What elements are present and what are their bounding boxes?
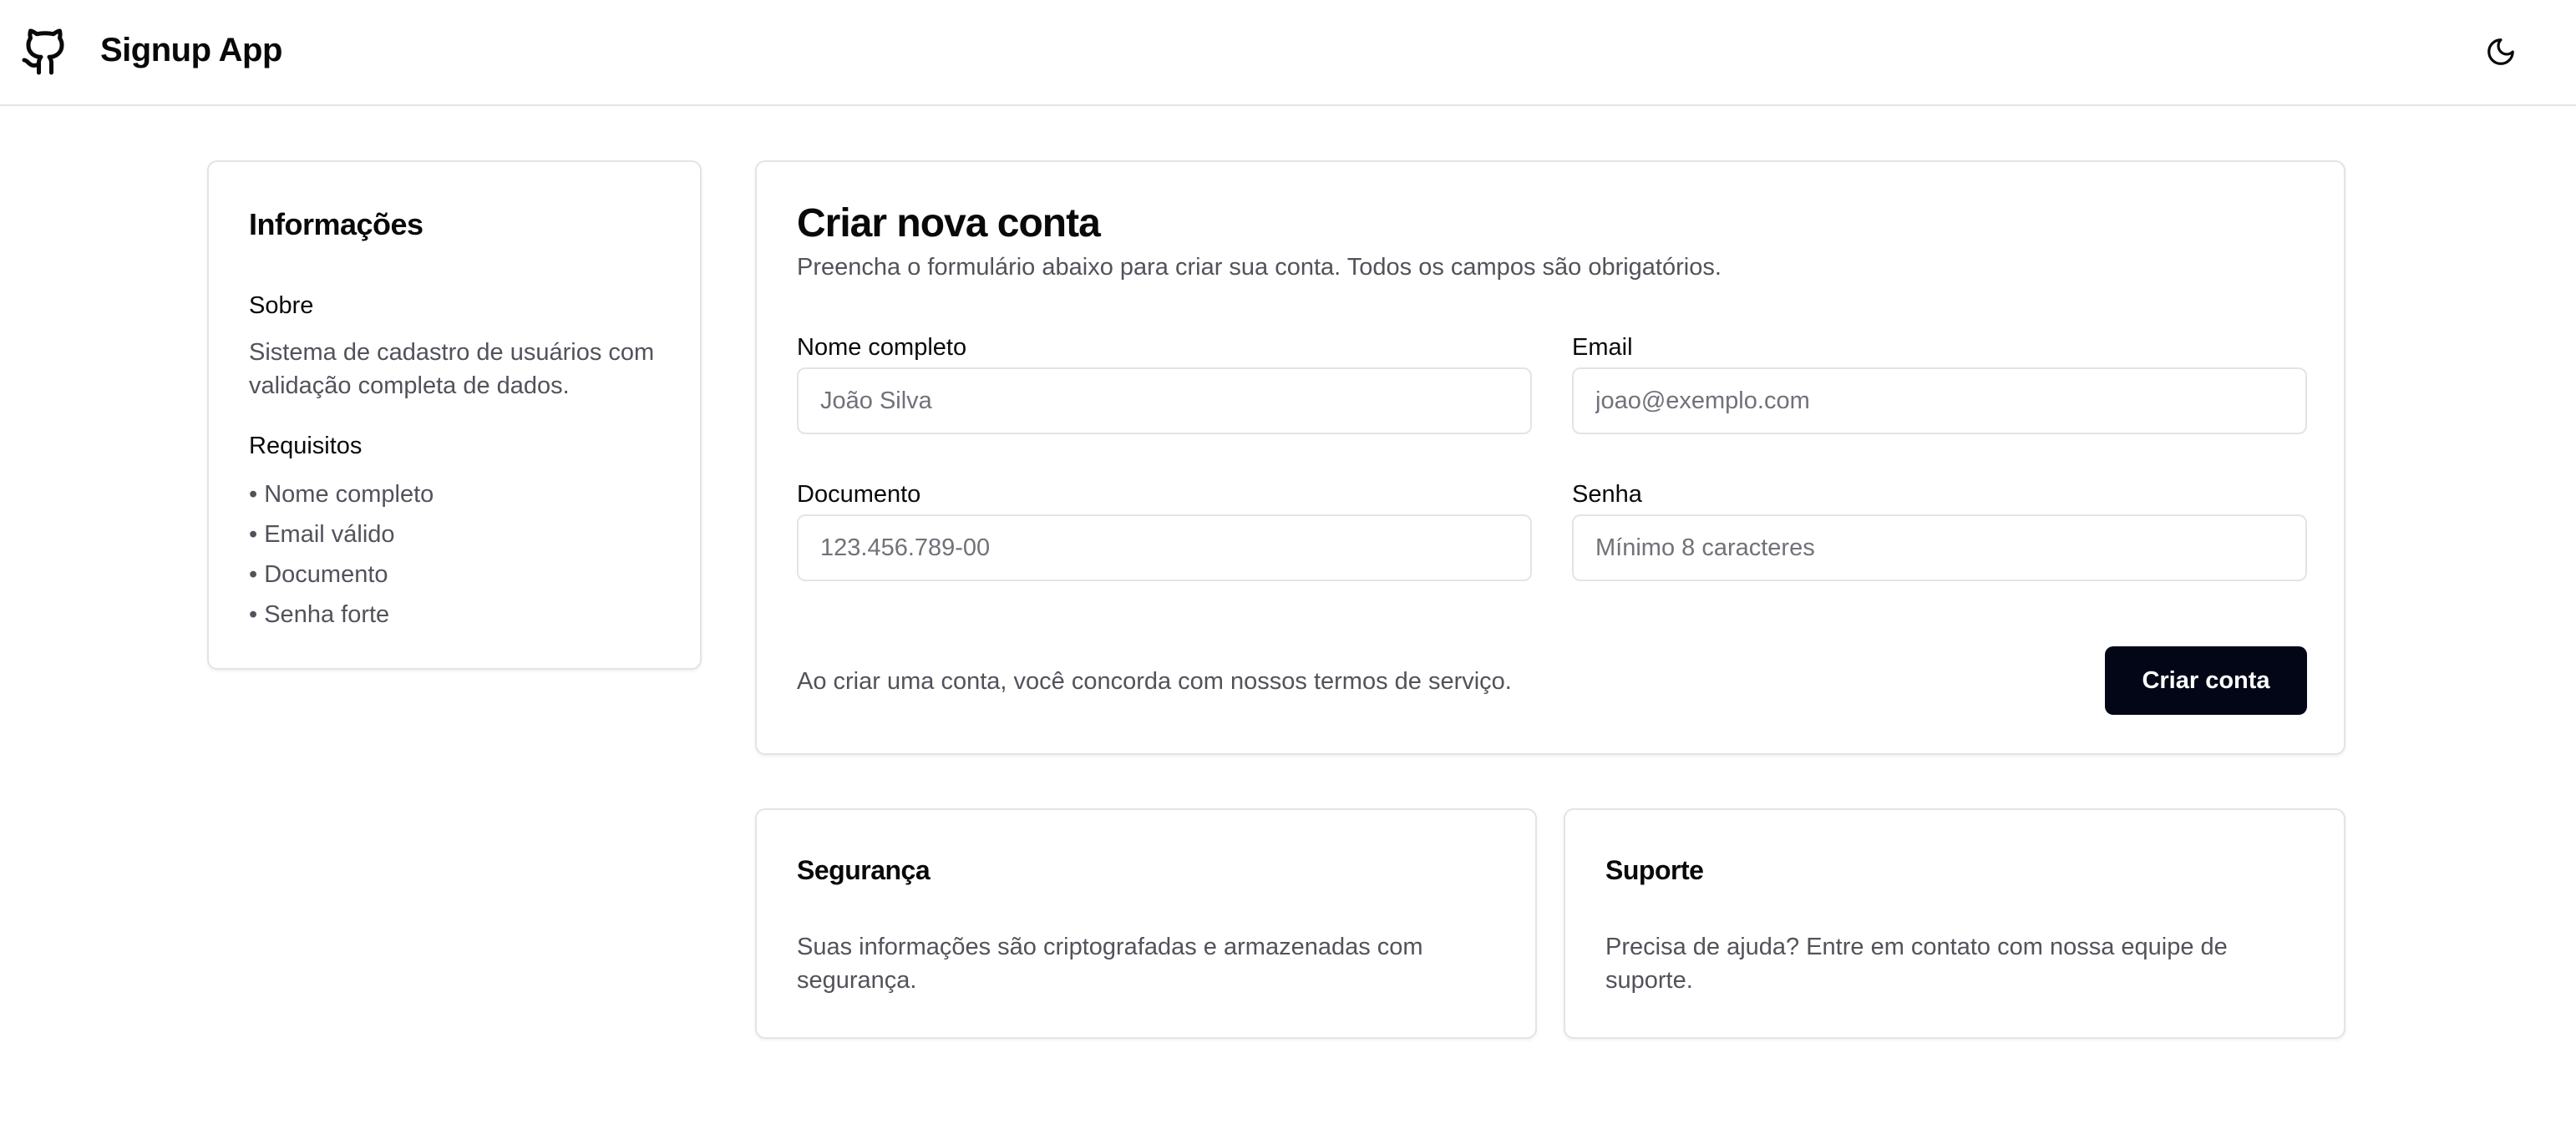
about-text: Sistema de cadastro de usuários com vali… <box>249 339 655 399</box>
security-title: Segurança <box>797 855 931 885</box>
about-label: Sobre <box>249 292 314 319</box>
support-text: Precisa de ajuda? Entre em contato com n… <box>1605 934 2228 994</box>
top-bar: Signup App <box>0 0 2576 106</box>
app-title: Signup App <box>100 32 282 68</box>
security-text: Suas informações são criptografadas e ar… <box>797 934 1423 994</box>
info-title: Informações <box>249 207 423 241</box>
form-title: Criar nova conta <box>797 201 1101 246</box>
requirements-label: Requisitos <box>249 433 363 459</box>
list-item: Email válido <box>249 514 434 554</box>
form-subtitle: Preencha o formulário abaixo para criar … <box>797 254 1722 281</box>
support-card: Suporte Precisa de ajuda? Entre em conta… <box>1564 808 2345 1039</box>
info-card: Informações Sobre Sistema de cadastro de… <box>207 160 702 670</box>
list-item: Documento <box>249 554 434 595</box>
password-field[interactable] <box>1572 514 2307 581</box>
moon-icon <box>2487 38 2514 65</box>
list-item: Senha forte <box>249 595 434 635</box>
requirements-list: Nome completo Email válido Documento Sen… <box>249 474 434 635</box>
document-label: Documento <box>797 481 921 508</box>
github-icon[interactable] <box>20 25 70 78</box>
theme-toggle-button[interactable] <box>2481 32 2521 72</box>
terms-text: Ao criar uma conta, você concorda com no… <box>797 668 1512 695</box>
security-card: Segurança Suas informações são criptogra… <box>755 808 1537 1039</box>
list-item: Nome completo <box>249 474 434 514</box>
name-label: Nome completo <box>797 334 967 361</box>
password-label: Senha <box>1572 481 1642 508</box>
email-label: Email <box>1572 334 1633 361</box>
support-title: Suporte <box>1605 855 1704 885</box>
name-field[interactable] <box>797 367 1532 434</box>
create-account-button[interactable]: Criar conta <box>2105 646 2307 715</box>
email-field[interactable] <box>1572 367 2307 434</box>
signup-form-card: Criar nova conta Preencha o formulário a… <box>755 160 2345 755</box>
document-field[interactable] <box>797 514 1532 581</box>
